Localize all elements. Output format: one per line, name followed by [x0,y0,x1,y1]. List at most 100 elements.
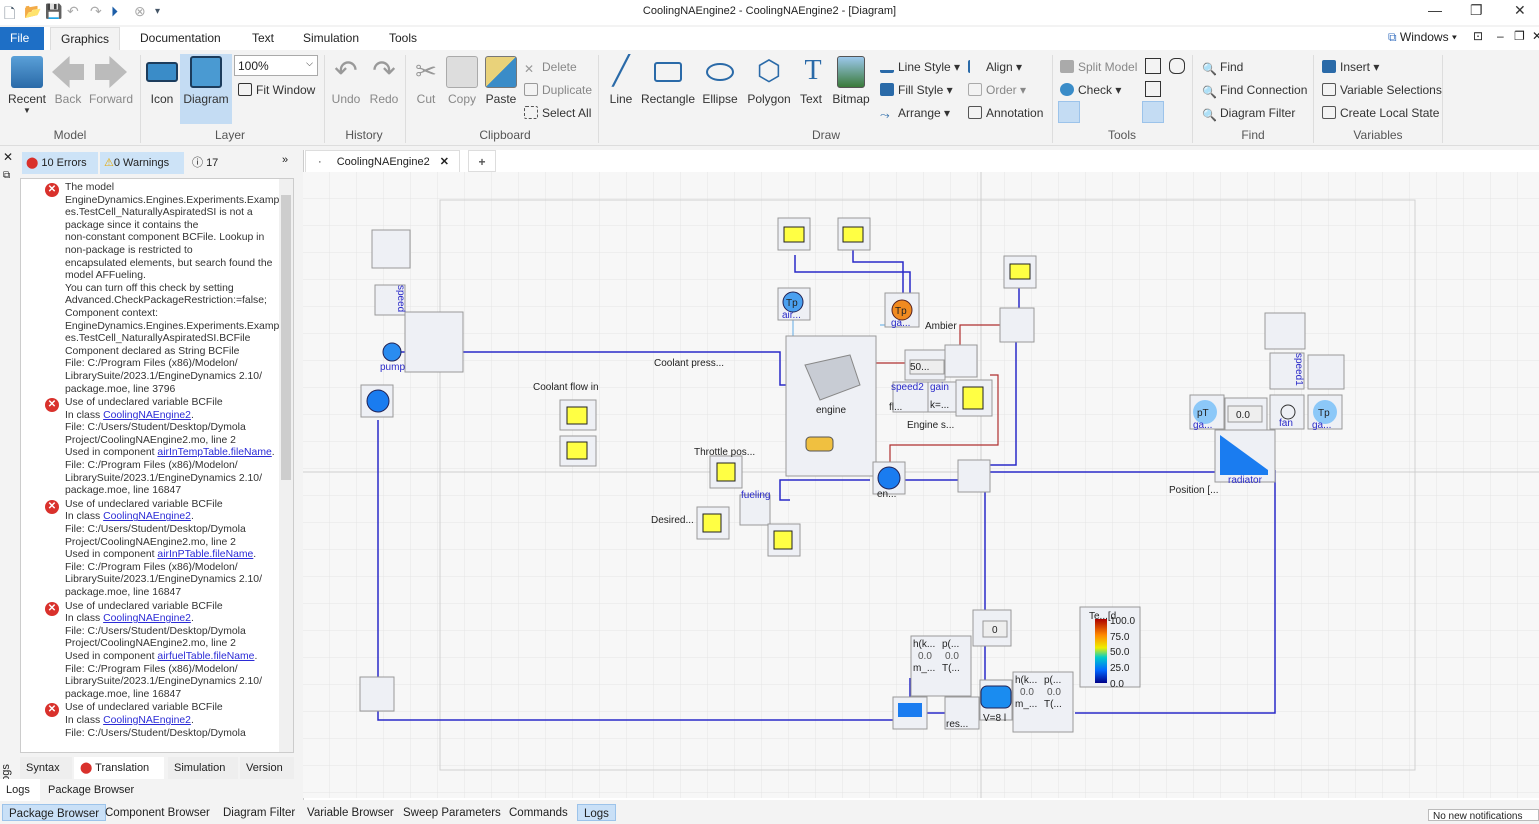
diagram-filter-button[interactable]: 🔍 Diagram Filter [1202,106,1295,122]
align-button[interactable]: Align ▾ [968,60,1022,74]
copy-button[interactable]: Copy [446,56,478,106]
log-tab-translation[interactable]: ⬤ Translation [74,757,164,779]
check-button[interactable]: Check ▾ [1060,83,1121,97]
redo-button[interactable]: ↷ Redo [368,56,400,107]
connection-routing-icon[interactable] [1142,101,1164,123]
bus-icon[interactable] [1145,58,1161,74]
component-link[interactable]: airInTempTable.fileName [157,447,271,458]
class-link[interactable]: CoolingNAEngine2 [103,511,191,522]
bottom-tab-diagram-filter[interactable]: Diagram Filter [217,804,301,821]
fill-style-button[interactable]: Fill Style ▾ [880,83,953,97]
paste-button[interactable]: Paste [484,56,518,106]
cut-button[interactable]: ✂ Cut [410,56,442,106]
message-item[interactable]: ✕ Use of undeclared variable BCFile In c… [21,601,293,702]
bitmap-tool-button[interactable]: Bitmap [830,56,872,106]
panel-tab-package-browser[interactable]: Package Browser [42,779,142,801]
class-link[interactable]: CoolingNAEngine2 [103,613,191,624]
parameters-icon[interactable] [1145,81,1161,97]
rectangle-tool-button[interactable]: Rectangle [640,56,696,106]
connector-icon[interactable] [1169,58,1185,74]
message-item[interactable]: ✕ Use of undeclared variable BCFile In c… [21,397,293,498]
notification-area[interactable]: No new notifications [1428,809,1539,821]
class-link[interactable]: CoolingNAEngine2 [103,410,191,421]
close-tab-icon[interactable]: ✕ [440,151,449,173]
maximize-button[interactable]: ❐ [1470,2,1483,19]
tab-tools[interactable]: Tools [379,27,427,50]
annotation-button[interactable]: Annotation [968,106,1043,120]
duplicate-button[interactable]: Duplicate [524,83,592,97]
tab-graphics[interactable]: Graphics [50,27,121,50]
undo-button[interactable]: ↶ Undo [330,56,362,107]
find-connection-button[interactable]: 🔍 Find Connection [1202,83,1307,99]
windows-menu[interactable]: ⧉ Windows ▾ [1388,30,1457,45]
tab-text[interactable]: Text [242,27,284,50]
scrollbar-thumb[interactable] [281,195,291,480]
order-button[interactable]: Order ▾ [968,83,1026,97]
bottom-tab-variable-browser[interactable]: Variable Browser [301,804,400,821]
rectangle-icon [654,62,682,82]
diagram-canvas[interactable]: Coolant press... Coolant flow in Throttl… [303,172,1539,798]
bottom-tab-component-browser[interactable]: Component Browser [99,804,216,821]
messages-filter[interactable]: ⓘ 17 Messages [188,152,274,191]
panel-float-icon[interactable]: ⧉ [3,170,10,181]
message-item[interactable]: ✕ Use of undeclared variable BCFile In c… [21,702,293,740]
diagram-layer-button[interactable]: Diagram [180,54,232,124]
log-tab-version[interactable]: Version [240,757,294,779]
mdi-close-button[interactable]: ✕ [1532,29,1539,43]
label-volume: V=8 l [983,713,1006,724]
component-link[interactable]: airfuelTable.fileName [157,651,254,662]
text-tool-button[interactable]: T Text [797,56,825,107]
arrange-button[interactable]: ⤳ Arrange ▾ [880,106,950,122]
bottom-tab-commands[interactable]: Commands [503,804,574,821]
zoom-select[interactable]: 100% ⌵ [234,55,318,76]
icon-layer-button[interactable]: Icon [146,56,178,106]
panel-close-icon[interactable]: ✕ [3,150,13,164]
delete-button[interactable]: ✕ Delete [524,60,577,76]
log-tab-syntax[interactable]: Syntax [20,757,72,779]
fit-window-button[interactable]: Fit Window [238,83,315,97]
variable-selections-button[interactable]: Variable Selections [1322,83,1442,97]
label-50: 50... [910,362,929,373]
mdi-restore-button[interactable]: ❐ [1514,29,1525,43]
line-style-button[interactable]: Line Style ▾ [880,60,960,74]
errors-filter[interactable]: ⬤ 10 Errors [22,152,98,174]
log-tab-simulation[interactable]: Simulation [168,757,238,779]
panel-tab-logs[interactable]: Logs [0,779,40,801]
recent-button[interactable]: Recent ▼ [6,56,48,115]
tab-simulation[interactable]: Simulation [293,27,369,50]
new-tab-button[interactable]: + [468,150,496,172]
insert-button[interactable]: Insert ▾ [1322,60,1379,74]
component-link[interactable]: airInPTable.fileName [157,549,253,560]
ellipse-tool-button[interactable]: Ellipse [700,56,740,106]
tab-file[interactable]: File [0,27,44,50]
local-state-icon [1322,106,1336,119]
minimize-button[interactable]: — [1428,2,1442,18]
class-link[interactable]: CoolingNAEngine2 [103,715,191,726]
tab-documentation[interactable]: Documentation [130,27,231,50]
bottom-tab-logs[interactable]: Logs [577,804,616,821]
label-display: 0 [992,625,998,636]
pin-icon[interactable]: ⊡ [1473,29,1483,43]
bottom-tab-sweep-parameters[interactable]: Sweep Parameters [397,804,507,821]
message-item[interactable]: ✕ Use of undeclared variable BCFile In c… [21,499,293,600]
message-line: es.TestCell_NaturallyAspiratedSI.BCFile [65,333,251,345]
message-scrollbar[interactable] [279,179,293,752]
group-history-label: History [345,128,383,142]
select-all-button[interactable]: Select All [524,106,591,120]
document-tab[interactable]: · CoolingNAEngine2 ✕ [305,150,460,172]
more-filters-icon[interactable]: » [282,154,288,166]
bottom-tab-package-browser[interactable]: Package Browser [2,804,107,821]
polygon-tool-button[interactable]: ⬡ Polygon [745,56,793,107]
forward-button[interactable]: Forward [89,56,133,106]
close-button[interactable]: ✕ [1514,2,1526,19]
back-button[interactable]: Back [52,56,84,106]
error-icon: ⬤ [26,157,39,169]
line-tool-button[interactable]: ╱ Line [604,56,638,107]
split-model-button[interactable]: Split Model [1060,60,1137,74]
grid-toggle-icon[interactable] [1058,101,1080,123]
warnings-filter[interactable]: ⚠0 Warnings [100,152,184,174]
create-local-state-button[interactable]: Create Local State [1322,106,1439,120]
find-button[interactable]: 🔍 Find [1202,60,1243,76]
mdi-minimize-button[interactable]: – [1497,29,1504,43]
message-item[interactable]: ✕ The model EngineDynamics.Engines.Experim… [21,182,293,396]
